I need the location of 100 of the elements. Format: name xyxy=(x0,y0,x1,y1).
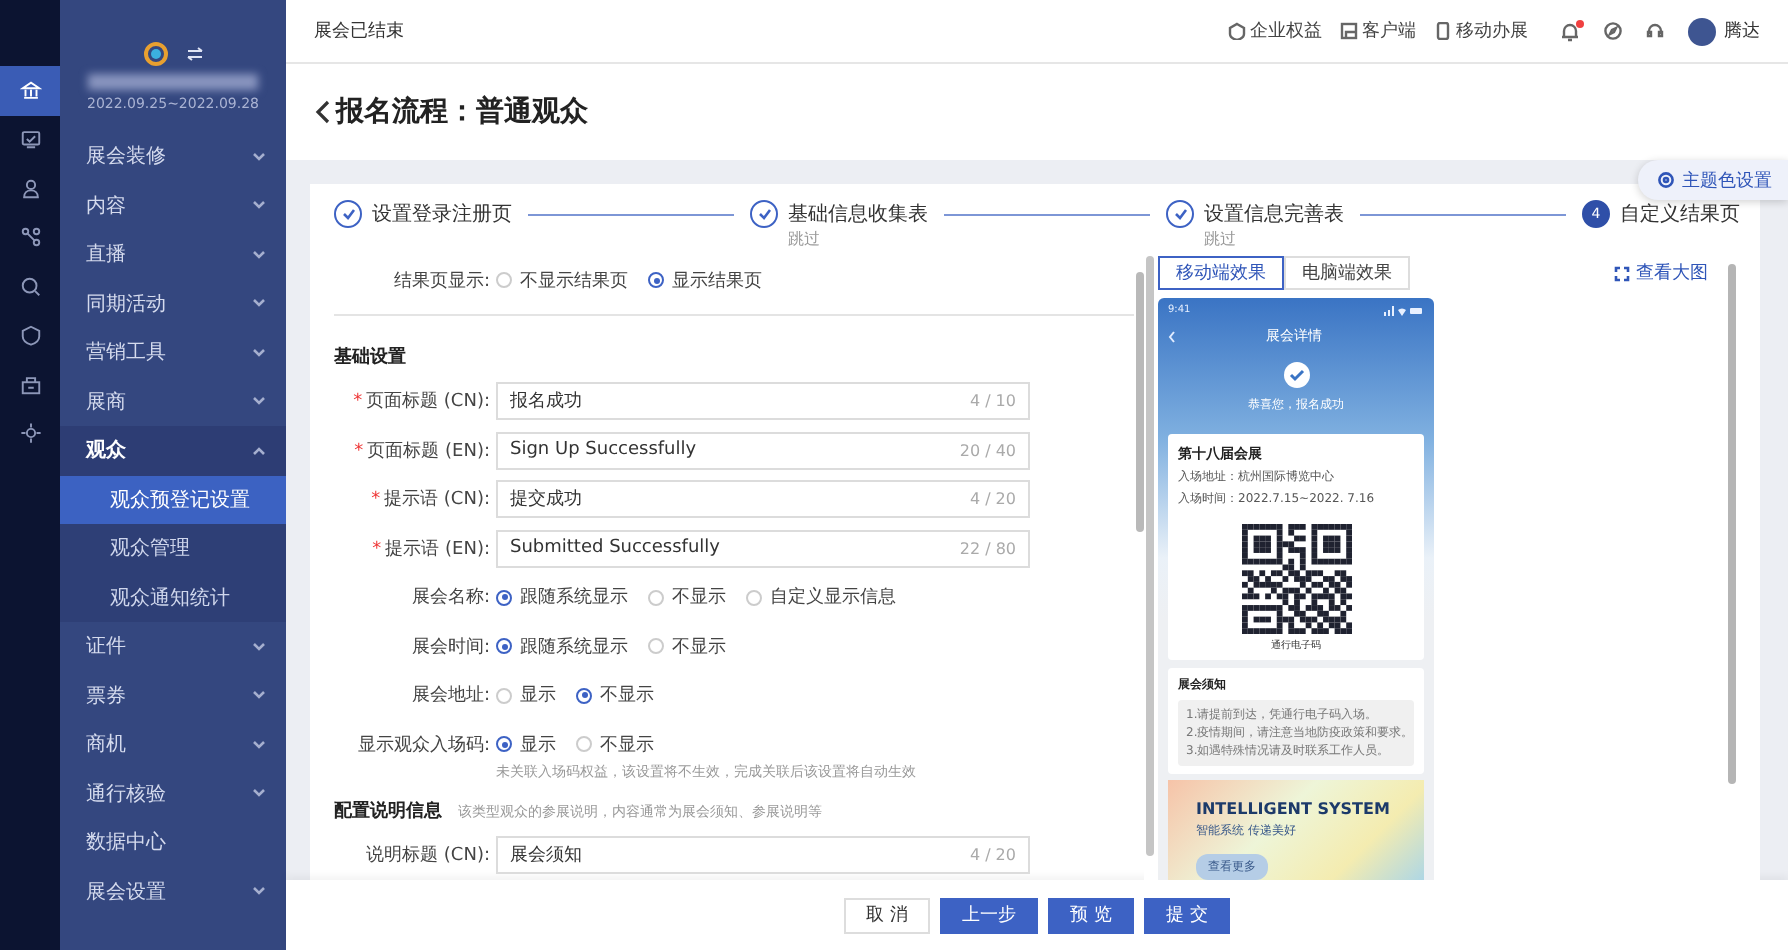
switch-icon[interactable] xyxy=(186,46,204,62)
back-icon xyxy=(1168,329,1176,343)
sidebar-item[interactable]: 营销工具 xyxy=(60,328,286,377)
compass-icon[interactable] xyxy=(1604,22,1622,40)
rail-button[interactable] xyxy=(0,66,60,115)
sidebar-item[interactable]: 展商 xyxy=(60,377,286,426)
step-label: 自定义结果页 xyxy=(1620,201,1740,228)
sidebar-item[interactable]: 票券 xyxy=(60,671,286,720)
field-label: 结果页显示: xyxy=(391,269,492,294)
footer-button[interactable]: 取 消 xyxy=(844,897,931,933)
section-title: 基础设置 xyxy=(334,344,406,369)
theme-color-button[interactable]: 主题色设置 xyxy=(1638,160,1788,200)
sidebar-item[interactable]: 同期活动 xyxy=(60,279,286,328)
sidebar-item[interactable]: 证件 xyxy=(60,622,286,671)
step-label: 设置信息完善表 xyxy=(1204,201,1344,228)
field-label: 显示观众入场码: xyxy=(355,733,492,758)
page-title: 报名流程：普通观众 xyxy=(336,94,588,130)
sidebar-subitem[interactable]: 观众管理 xyxy=(60,524,286,573)
radio-option[interactable]: 不显示 xyxy=(648,584,726,611)
radio-option[interactable]: 显示 xyxy=(496,682,556,709)
network-icon xyxy=(19,226,41,249)
search-icon xyxy=(19,275,41,298)
radio-option[interactable]: 显示 xyxy=(496,731,556,758)
qr-code-drawing xyxy=(1241,524,1351,634)
field-label: * 页面标题 (CN): xyxy=(351,389,492,415)
briefcase-icon xyxy=(19,373,41,396)
sidebar-subitem[interactable]: 观众通知统计 xyxy=(60,573,286,622)
user-icon xyxy=(19,177,41,200)
exhibition-status: 展会已结束 xyxy=(314,19,404,44)
monitor-icon xyxy=(19,128,41,151)
skip-note: 跳过 xyxy=(786,228,822,250)
radio-option[interactable]: 自定义显示信息 xyxy=(746,584,896,611)
banner-title: INTELLIGENT SYSTEM xyxy=(1196,800,1392,818)
back-icon[interactable] xyxy=(314,98,332,126)
footer-button[interactable]: 上一步 xyxy=(940,897,1039,933)
radio-option[interactable]: 跟随系统显示 xyxy=(496,633,628,660)
top-link[interactable]: 客户端 xyxy=(1340,18,1416,44)
user-name: 腾达 xyxy=(1724,19,1760,44)
field-label: 展会名称: xyxy=(409,585,492,611)
chevron-icon xyxy=(252,347,266,358)
shield-icon xyxy=(1228,22,1246,40)
skip-note: 跳过 xyxy=(1202,228,1238,250)
footer-button[interactable]: 提 交 xyxy=(1143,897,1230,933)
field-label: 展会地址: xyxy=(409,683,492,709)
bank-icon xyxy=(19,79,41,102)
sidebar-item[interactable]: 直播 xyxy=(60,230,286,279)
top-link[interactable]: 移动办展 xyxy=(1434,18,1528,44)
radio-option[interactable]: 不显示 xyxy=(576,682,654,709)
step-label: 设置登录注册页 xyxy=(372,201,512,228)
status-icons xyxy=(1384,305,1424,315)
enlarge-link[interactable]: 查看大图 xyxy=(1614,260,1708,286)
field-label: * 提示语 (CN): xyxy=(369,487,492,513)
window-icon xyxy=(1340,22,1358,40)
sidebar-subitem[interactable]: 观众预登记设置 xyxy=(60,475,286,524)
phone-icon xyxy=(1434,22,1452,40)
radio-option[interactable]: 不显示结果页 xyxy=(496,267,628,294)
sidebar-item[interactable]: 通行核验 xyxy=(60,769,286,818)
field-label: * 页面标题 (EN): xyxy=(352,439,492,464)
footer-button[interactable]: 预 览 xyxy=(1048,897,1134,933)
shield-icon xyxy=(19,324,41,347)
bell-icon[interactable] xyxy=(1560,21,1580,41)
chevron-icon xyxy=(252,641,266,652)
text-field[interactable]: Sign Up Successfully 20 / 40 xyxy=(496,431,1030,470)
field-label: * 提示语 (EN): xyxy=(370,537,492,562)
chevron-icon xyxy=(252,249,266,260)
field-label: 展会时间: xyxy=(409,635,492,660)
text-field[interactable]: 提交成功 4 / 20 xyxy=(496,480,1030,519)
headset-icon[interactable] xyxy=(1646,22,1664,40)
sidebar-item[interactable]: 展会装修 xyxy=(60,132,286,181)
chevron-icon xyxy=(252,200,266,211)
avatar[interactable] xyxy=(1688,17,1716,45)
chevron-icon xyxy=(252,739,266,750)
sidebar-item[interactable]: 商机 xyxy=(60,720,286,769)
chevron-icon xyxy=(252,298,266,309)
top-link[interactable]: 企业权益 xyxy=(1228,18,1322,44)
step-label: 基础信息收集表 xyxy=(788,201,928,228)
radio-option[interactable]: 不显示 xyxy=(576,731,654,758)
section-title: 配置说明信息 xyxy=(334,799,442,823)
sidebar-item[interactable]: 观众 xyxy=(60,426,286,475)
chevron-icon xyxy=(252,396,266,407)
logo-icon xyxy=(142,40,170,68)
text-field[interactable]: 展会须知 4 / 20 xyxy=(496,836,1030,875)
sidebar-item[interactable]: 数据中心 xyxy=(60,818,286,867)
chevron-icon xyxy=(252,886,266,897)
preview-tab[interactable]: 电脑端效果 xyxy=(1284,256,1410,290)
radio-option[interactable]: 不显示 xyxy=(648,633,726,660)
chevron-icon xyxy=(252,788,266,799)
radio-option[interactable]: 跟随系统显示 xyxy=(496,584,628,611)
text-field[interactable]: 报名成功 4 / 10 xyxy=(496,382,1030,421)
text-field[interactable]: Submitted Successfully 22 / 80 xyxy=(496,529,1030,568)
field-label: 说明标题 (CN): xyxy=(364,843,492,869)
success-check-icon xyxy=(1283,362,1309,388)
preview-tab[interactable]: 移动端效果 xyxy=(1158,256,1284,290)
sidebar-item[interactable]: 展会设置 xyxy=(60,867,286,916)
fullscreen-icon xyxy=(1614,265,1630,281)
chevron-icon xyxy=(252,151,266,162)
sidebar-item[interactable]: 内容 xyxy=(60,181,286,230)
chevron-icon xyxy=(252,445,266,456)
radio-option[interactable]: 显示结果页 xyxy=(648,267,762,294)
chevron-icon xyxy=(252,690,266,701)
